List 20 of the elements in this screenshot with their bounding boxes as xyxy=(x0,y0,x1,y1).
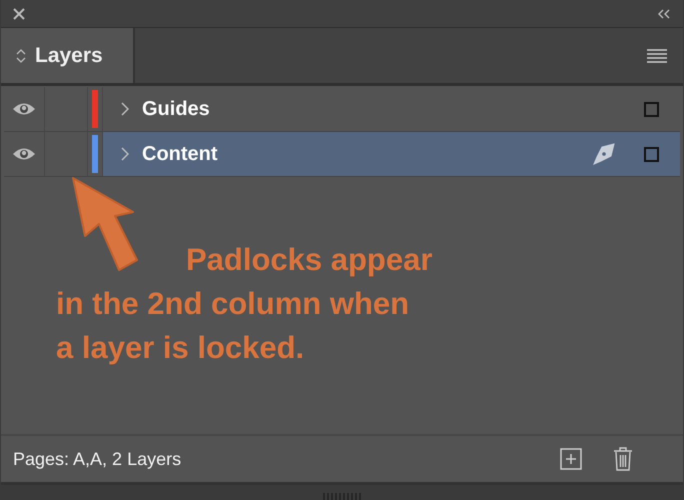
layer-name: Content xyxy=(142,142,218,166)
collapse-icon[interactable] xyxy=(657,8,671,18)
select-square[interactable] xyxy=(644,146,659,162)
resize-grip-icon[interactable] xyxy=(323,493,361,500)
close-icon[interactable] xyxy=(12,6,26,20)
eye-icon[interactable] xyxy=(12,102,36,116)
layer-row[interactable]: Content xyxy=(103,132,680,176)
trash-icon[interactable] xyxy=(613,447,633,471)
annotation-text: Padlocks appear in the 2nd column when a layer is locked. xyxy=(56,241,432,367)
eye-icon[interactable] xyxy=(12,147,36,161)
panel-tab[interactable]: Layers xyxy=(1,28,135,83)
new-layer-icon[interactable] xyxy=(560,448,582,470)
panel-title: Layers xyxy=(35,44,103,68)
status-text: Pages: A,A, 2 Layers xyxy=(13,448,182,470)
layer-name: Guides xyxy=(142,98,210,120)
sort-icon xyxy=(16,48,26,64)
chevron-icon[interactable] xyxy=(121,147,129,161)
select-square[interactable] xyxy=(644,102,659,116)
menu-icon[interactable] xyxy=(647,48,667,62)
chevron-icon[interactable] xyxy=(121,102,129,116)
